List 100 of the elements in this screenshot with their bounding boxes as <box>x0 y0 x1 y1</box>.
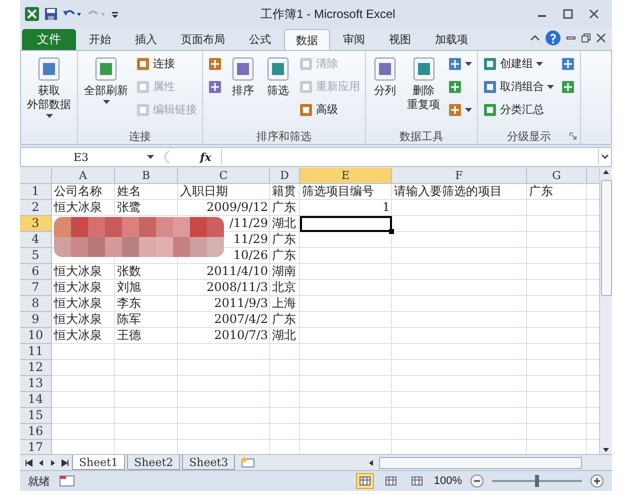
ribbon-button[interactable]: 排序 <box>227 53 259 101</box>
table-cell: 刘旭 <box>117 280 141 295</box>
row-header[interactable]: 17 <box>20 440 52 454</box>
window-title: 工作簿1 - Microsoft Excel <box>260 6 396 22</box>
excel-logo-icon <box>24 6 40 22</box>
first-sheet-icon[interactable] <box>24 458 34 468</box>
dialog-launcher-icon[interactable] <box>569 132 577 140</box>
ribbon-tab[interactable]: 加载项 <box>424 29 479 50</box>
row-header[interactable]: 14 <box>20 392 52 408</box>
expand-icon[interactable] <box>598 149 611 165</box>
ribbon-button[interactable]: 创建组 <box>481 53 556 74</box>
table-cell: 姓名 <box>117 184 141 199</box>
table-cell: 10/26 <box>233 248 268 263</box>
group-label: 数据工具 <box>400 128 444 144</box>
table-cell: 广东 <box>529 184 553 199</box>
table-cell: 张鹭 <box>117 200 141 215</box>
table-cell: 张数 <box>117 264 141 279</box>
row-header[interactable]: 7 <box>20 280 52 296</box>
row-header[interactable]: 9 <box>20 312 52 328</box>
scroll-thumb[interactable] <box>600 180 612 296</box>
table-cell: 广东 <box>272 312 296 327</box>
scroll-left-icon[interactable] <box>367 458 375 468</box>
table-cell: 籍贯 <box>272 184 296 199</box>
table-cell: 恒大冰泉 <box>54 280 102 295</box>
table-cell: 广东 <box>272 232 296 247</box>
row-header[interactable]: 10 <box>20 328 52 344</box>
row-header[interactable]: 3 <box>20 216 52 232</box>
sheet-tab[interactable]: Sheet3 <box>182 455 236 470</box>
table-cell: 北京 <box>272 280 296 295</box>
ribbon-button[interactable]: 全部刷新 <box>81 53 131 107</box>
row-header[interactable]: 2 <box>20 200 52 216</box>
ribbon-button[interactable]: 删除 重复项 <box>404 53 443 114</box>
row-header[interactable]: 8 <box>20 296 52 312</box>
sheet-tab[interactable]: Sheet1 <box>72 455 126 470</box>
column-header[interactable]: G <box>527 168 587 184</box>
row-header[interactable]: 1 <box>20 184 52 200</box>
insert-sheet-icon[interactable] <box>239 456 258 468</box>
row-header[interactable]: 13 <box>20 376 52 392</box>
column-header[interactable]: E <box>300 168 392 184</box>
ribbon-tab[interactable]: 审阅 <box>332 29 376 50</box>
ribbon-tab[interactable]: 数据 <box>284 29 330 50</box>
table-cell: 陈军 <box>117 312 141 327</box>
ribbon-button[interactable]: 获取 外部数据 <box>24 53 74 120</box>
name-box[interactable]: E3 <box>21 150 141 164</box>
table-cell: 恒大冰泉 <box>54 328 102 343</box>
ribbon-button[interactable]: 取消组合 <box>481 76 556 97</box>
table-cell: /11/29 <box>229 216 268 231</box>
ribbon-tab[interactable]: 视图 <box>378 29 422 50</box>
ribbon-tab[interactable]: 插入 <box>124 29 168 50</box>
file-tab[interactable]: 文件 <box>22 29 76 50</box>
ribbon-button[interactable]: 分类汇总 <box>481 99 556 120</box>
restore-icon[interactable] <box>581 33 591 43</box>
caret-icon[interactable] <box>147 155 154 159</box>
collapse-ribbon-icon[interactable] <box>530 33 540 43</box>
ribbon-button[interactable]: 连接 <box>134 53 199 74</box>
table-cell: 2011/4/10 <box>206 264 268 279</box>
zoom-in-icon[interactable] <box>590 474 604 488</box>
column-header[interactable]: F <box>392 168 527 184</box>
zoom-out-icon[interactable] <box>470 474 484 488</box>
close-icon[interactable] <box>596 33 606 43</box>
row-header[interactable]: 4 <box>20 232 52 248</box>
status-text: 就绪 <box>28 474 50 488</box>
macro-record-icon[interactable] <box>58 474 76 488</box>
ribbon-button[interactable]: 筛选 <box>262 53 294 101</box>
row-header[interactable]: 5 <box>20 248 52 264</box>
ribbon-tab[interactable]: 公式 <box>238 29 282 50</box>
row-header[interactable]: 6 <box>20 264 52 280</box>
table-cell: 恒大冰泉 <box>54 200 102 215</box>
ribbon-button[interactable]: 分列 <box>369 53 401 101</box>
insert-function-button[interactable]: fx <box>196 150 216 164</box>
column-header[interactable]: B <box>115 168 178 184</box>
column-header[interactable]: C <box>178 168 270 184</box>
scroll-thumb[interactable] <box>379 456 582 468</box>
table-cell: 广东 <box>272 200 296 215</box>
column-header[interactable]: D <box>270 168 300 184</box>
zoom-thumb[interactable] <box>535 475 539 487</box>
grid-view-icon <box>410 476 423 486</box>
close-icon[interactable] <box>588 8 600 20</box>
ribbon-tab[interactable]: 页面布局 <box>170 29 236 50</box>
row-header[interactable]: 11 <box>20 344 52 360</box>
group-label: 连接 <box>129 128 151 144</box>
sheet-tab[interactable]: Sheet2 <box>127 455 180 470</box>
save-icon[interactable] <box>44 7 58 21</box>
help-icon[interactable] <box>545 30 561 46</box>
table-cell: 2007/4/2 <box>214 312 268 327</box>
table-cell: 1 <box>382 200 390 215</box>
maximize-icon[interactable] <box>562 8 574 20</box>
view-button[interactable] <box>356 473 374 489</box>
last-sheet-icon[interactable] <box>60 458 70 468</box>
vertical-scrollbar[interactable] <box>599 168 612 454</box>
zoom-level[interactable]: 100% <box>434 475 462 487</box>
table-cell: 恒大冰泉 <box>54 296 102 311</box>
ribbon-button[interactable]: 高级 <box>297 99 362 120</box>
row-header[interactable]: 12 <box>20 360 52 376</box>
table-cell: 2011/9/3 <box>214 296 268 311</box>
row-header[interactable]: 16 <box>20 424 52 440</box>
ribbon-tab[interactable]: 开始 <box>78 29 122 50</box>
row-header[interactable]: 15 <box>20 408 52 424</box>
column-header[interactable]: A <box>52 168 115 184</box>
group-label: 排序和筛选 <box>256 128 312 144</box>
